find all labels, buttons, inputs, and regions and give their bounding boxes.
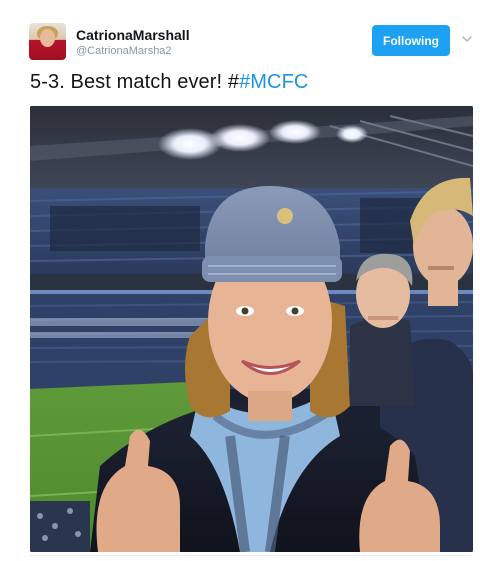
avatar-face	[40, 29, 55, 47]
tweet-text-body: 5-3. Best match ever! #	[30, 71, 240, 93]
avatar[interactable]	[29, 23, 66, 60]
stadium-selfie-image	[30, 106, 473, 552]
tweet-card: CatrionaMarshall @CatrionaMarsha2 Follow…	[0, 0, 480, 561]
following-button[interactable]: Following	[372, 25, 450, 56]
author-name[interactable]: CatrionaMarshall	[76, 27, 190, 43]
tweet-text: 5-3. Best match ever! ##MCFC	[30, 71, 308, 94]
chevron-down-icon[interactable]	[462, 34, 472, 44]
tweet-photo[interactable]	[30, 106, 473, 552]
author-handle[interactable]: @CatrionaMarsha2	[76, 45, 172, 57]
hashtag-link[interactable]: #MCFC	[239, 71, 308, 93]
divider	[30, 555, 473, 556]
